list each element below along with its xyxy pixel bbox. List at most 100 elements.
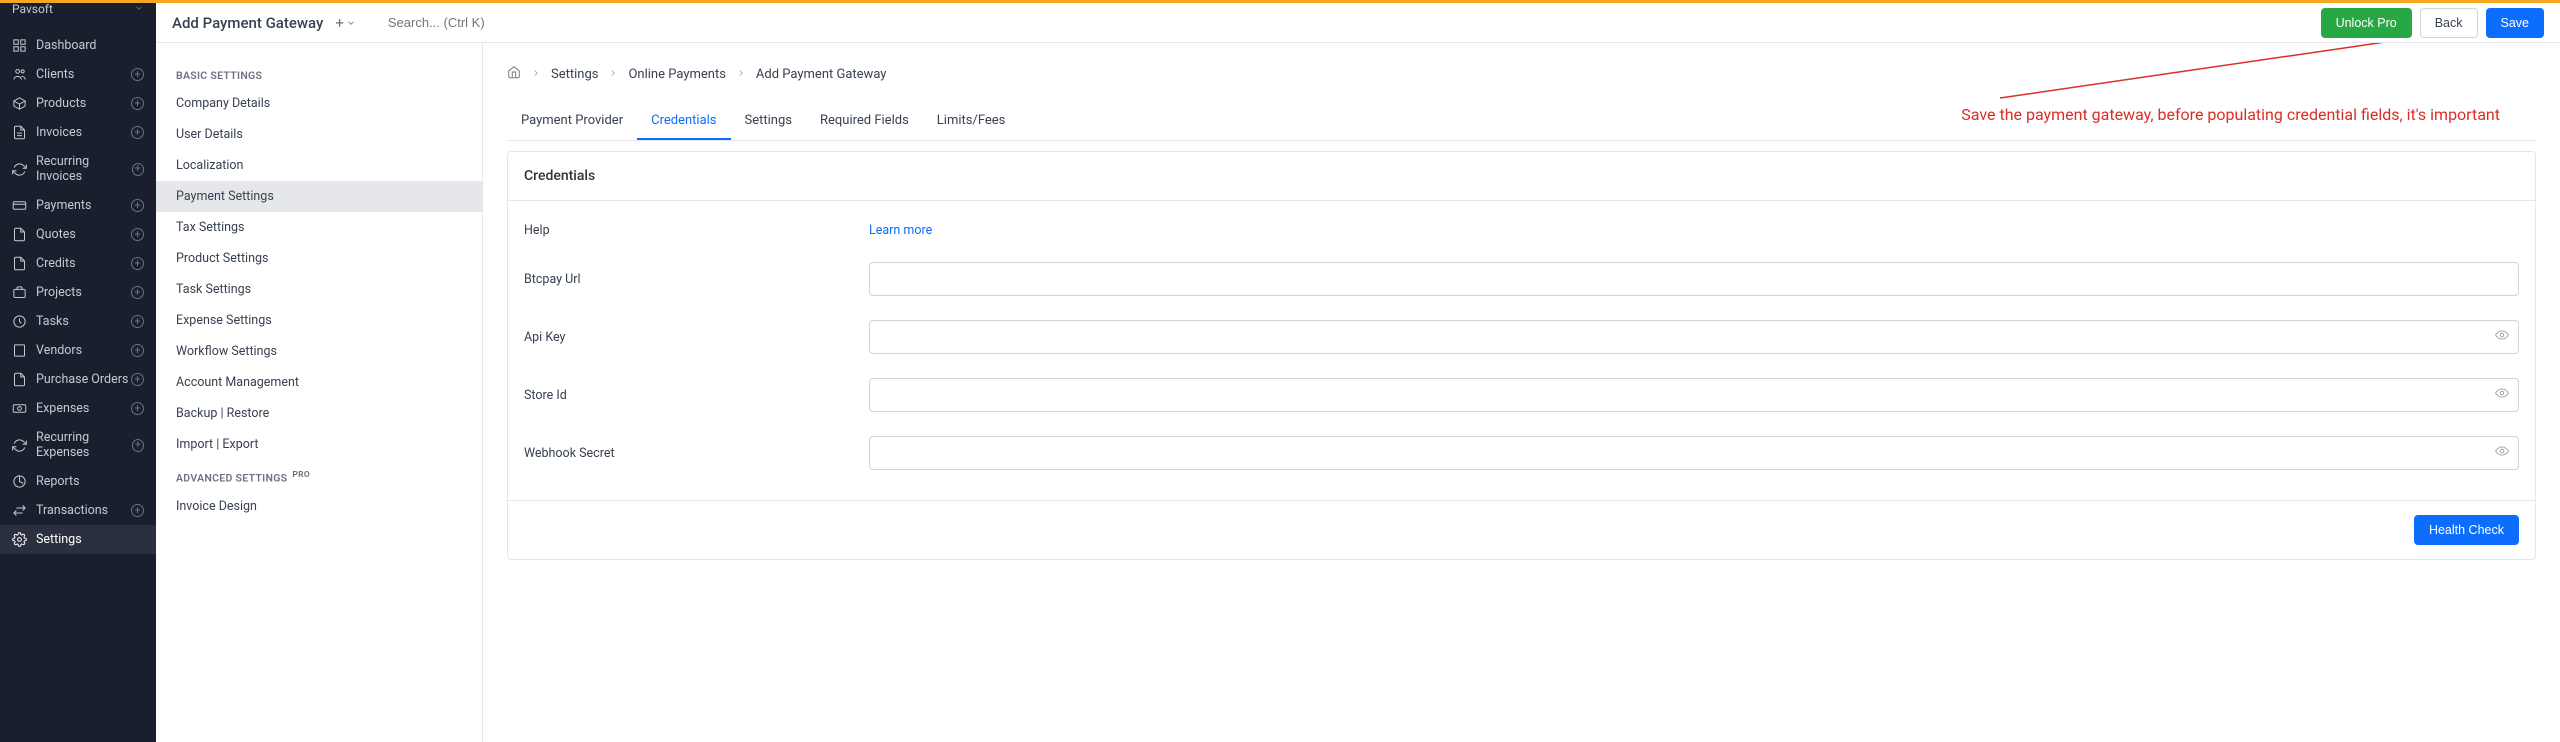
nav-label: Projects <box>36 285 82 300</box>
header: Add Payment Gateway + Unlock Pro Back Sa… <box>156 3 2560 43</box>
nav-item-vendors[interactable]: Vendors <box>0 336 156 365</box>
nav-item-settings[interactable]: Settings <box>0 525 156 554</box>
settings-item-backup-restore[interactable]: Backup | Restore <box>156 398 482 429</box>
nav-item-quotes[interactable]: Quotes <box>0 220 156 249</box>
plus-circle-icon[interactable] <box>131 373 144 386</box>
settings-item-tax-settings[interactable]: Tax Settings <box>156 212 482 243</box>
nav-label: Tasks <box>36 314 69 329</box>
nav-item-recurring-invoices[interactable]: Recurring Invoices <box>0 147 156 191</box>
webhook-secret-input[interactable] <box>869 436 2519 470</box>
plus-circle-icon[interactable] <box>132 439 144 452</box>
save-button[interactable]: Save <box>2486 8 2545 38</box>
form-label: Store Id <box>524 388 869 403</box>
nav-item-transactions[interactable]: Transactions <box>0 496 156 525</box>
tab-payment-provider[interactable]: Payment Provider <box>507 103 637 140</box>
nav-label: Credits <box>36 256 76 271</box>
settings-item-payment-settings[interactable]: Payment Settings <box>156 181 482 212</box>
plus-circle-icon[interactable] <box>131 97 144 110</box>
store-id-input[interactable] <box>869 378 2519 412</box>
api-key-input[interactable] <box>869 320 2519 354</box>
nav-label: Recurring Invoices <box>36 154 132 184</box>
tab-credentials[interactable]: Credentials <box>637 103 730 140</box>
settings-item-user-details[interactable]: User Details <box>156 119 482 150</box>
learn-more-link[interactable]: Learn more <box>869 223 932 238</box>
plus-circle-icon[interactable] <box>131 126 144 139</box>
plus-circle-icon[interactable] <box>131 228 144 241</box>
nav-item-projects[interactable]: Projects <box>0 278 156 307</box>
settings-item-localization[interactable]: Localization <box>156 150 482 181</box>
chevron-right-icon <box>531 67 541 82</box>
plus-circle-icon[interactable] <box>131 504 144 517</box>
nav-item-clients[interactable]: Clients <box>0 60 156 89</box>
settings-item-account-management[interactable]: Account Management <box>156 367 482 398</box>
nav-item-expenses[interactable]: Expenses <box>0 394 156 423</box>
settings-item-product-settings[interactable]: Product Settings <box>156 243 482 274</box>
tab-limits-fees[interactable]: Limits/Fees <box>923 103 1020 140</box>
home-icon[interactable] <box>507 65 521 83</box>
settings-sidebar: BASIC SETTINGS Company DetailsUser Detai… <box>156 43 483 742</box>
eye-icon[interactable] <box>2495 386 2509 404</box>
settings-item-workflow-settings[interactable]: Workflow Settings <box>156 336 482 367</box>
settings-item-task-settings[interactable]: Task Settings <box>156 274 482 305</box>
recurring-icon <box>12 438 27 453</box>
eye-icon[interactable] <box>2495 328 2509 346</box>
eye-icon[interactable] <box>2495 444 2509 462</box>
nav-item-dashboard[interactable]: Dashboard <box>0 31 156 60</box>
vendors-icon <box>12 343 27 358</box>
nav-label: Settings <box>36 532 82 547</box>
products-icon <box>12 96 27 111</box>
breadcrumb-item[interactable]: Online Payments <box>628 67 725 82</box>
nav-label: Clients <box>36 67 74 82</box>
breadcrumb-item[interactable]: Settings <box>551 67 598 82</box>
plus-icon: + <box>335 14 344 32</box>
nav-item-products[interactable]: Products <box>0 89 156 118</box>
dashboard-icon <box>12 38 27 53</box>
search-input[interactable] <box>388 15 648 30</box>
expenses-icon <box>12 401 27 416</box>
add-button[interactable]: + <box>335 14 356 32</box>
page-title: Add Payment Gateway <box>172 14 323 32</box>
nav-item-recurring-expenses[interactable]: Recurring Expenses <box>0 423 156 467</box>
settings-item-company-details[interactable]: Company Details <box>156 88 482 119</box>
plus-circle-icon[interactable] <box>131 315 144 328</box>
nav-label: Invoices <box>36 125 82 140</box>
plus-circle-icon[interactable] <box>131 257 144 270</box>
health-check-button[interactable]: Health Check <box>2414 515 2519 545</box>
settings-item-invoice-design[interactable]: Invoice Design <box>156 491 482 522</box>
nav-item-reports[interactable]: Reports <box>0 467 156 496</box>
plus-circle-icon[interactable] <box>132 163 144 176</box>
nav-item-invoices[interactable]: Invoices <box>0 118 156 147</box>
nav-label: Recurring Expenses <box>36 430 132 460</box>
nav-label: Expenses <box>36 401 89 416</box>
plus-circle-icon[interactable] <box>131 199 144 212</box>
advanced-settings-title: ADVANCED SETTINGS PRO <box>156 460 482 491</box>
form-row-store-id: Store Id <box>524 366 2519 424</box>
settings-item-expense-settings[interactable]: Expense Settings <box>156 305 482 336</box>
nav-item-payments[interactable]: Payments <box>0 191 156 220</box>
nav-item-tasks[interactable]: Tasks <box>0 307 156 336</box>
nav-label: Transactions <box>36 503 108 518</box>
chevron-down-icon <box>346 18 356 28</box>
tab-settings[interactable]: Settings <box>731 103 806 140</box>
invoices-icon <box>12 125 27 140</box>
nav-item-purchase-orders[interactable]: Purchase Orders <box>0 365 156 394</box>
btcpay-url-input[interactable] <box>869 262 2519 296</box>
recurring-icon <box>12 162 27 177</box>
purchase-icon <box>12 372 27 387</box>
panel-footer: Health Check <box>508 500 2535 559</box>
plus-circle-icon[interactable] <box>131 402 144 415</box>
reports-icon <box>12 474 27 489</box>
unlock-pro-button[interactable]: Unlock Pro <box>2321 8 2412 38</box>
form-row-webhook-secret: Webhook Secret <box>524 424 2519 482</box>
plus-circle-icon[interactable] <box>131 68 144 81</box>
main-area: Add Payment Gateway + Unlock Pro Back Sa… <box>156 3 2560 742</box>
plus-circle-icon[interactable] <box>131 344 144 357</box>
nav-item-credits[interactable]: Credits <box>0 249 156 278</box>
annotation-text: Save the payment gateway, before populat… <box>1961 105 2500 124</box>
breadcrumb: SettingsOnline PaymentsAdd Payment Gatew… <box>507 65 2536 83</box>
back-button[interactable]: Back <box>2420 8 2478 38</box>
workspace-selector[interactable]: Pavsoft <box>0 0 156 19</box>
tab-required-fields[interactable]: Required Fields <box>806 103 923 140</box>
settings-item-import-export[interactable]: Import | Export <box>156 429 482 460</box>
plus-circle-icon[interactable] <box>131 286 144 299</box>
